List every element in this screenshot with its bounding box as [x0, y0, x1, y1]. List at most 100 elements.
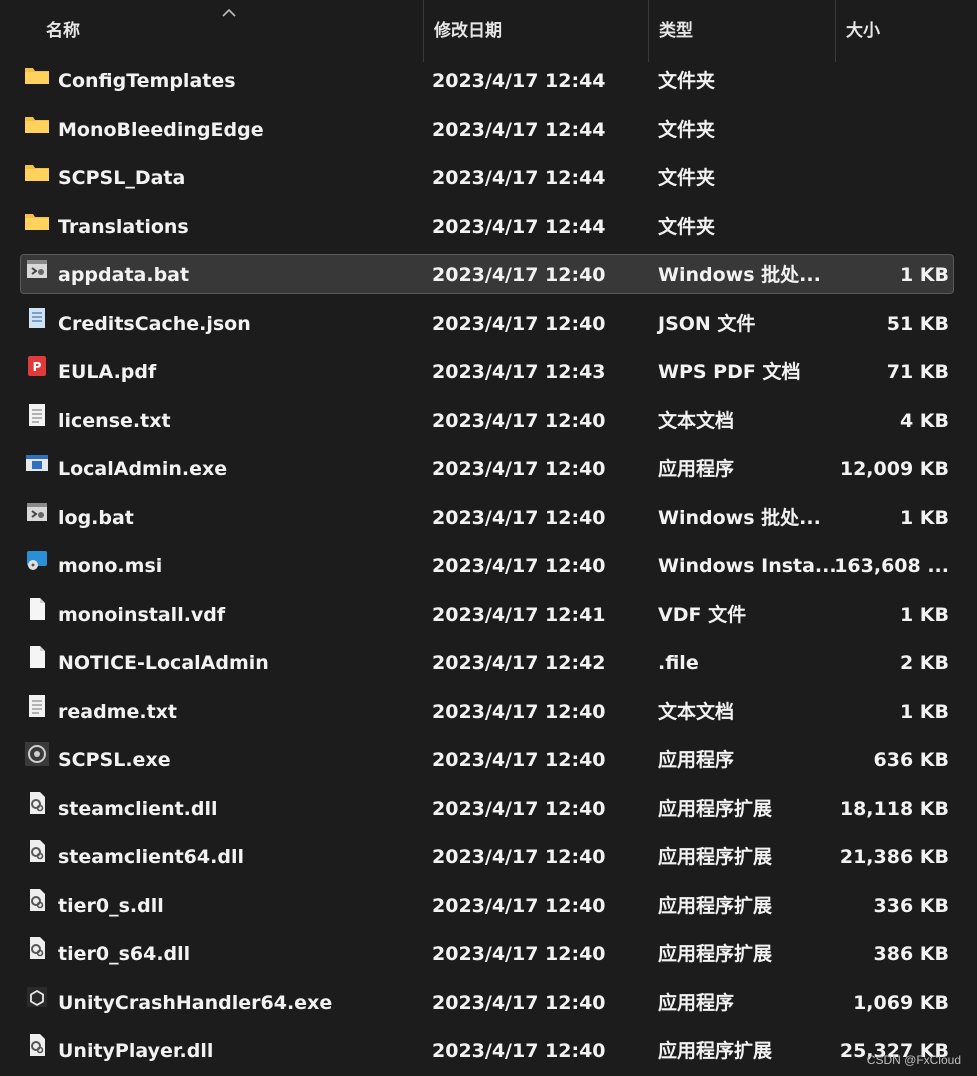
file-name: readme.txt [58, 700, 178, 723]
file-date: 2023/4/17 12:40 [432, 991, 606, 1014]
file-size: 636 KB [873, 749, 949, 771]
column-header-bar: 名称 修改日期 类型 大小 [0, 0, 977, 62]
file-date: 2023/4/17 12:40 [432, 749, 606, 771]
dll-file-icon [24, 930, 50, 979]
text-file-icon [24, 688, 50, 737]
file-row[interactable]: tier0_s.dll 2023/4/17 12:40 应用程序扩展 336 KB [0, 882, 977, 931]
file-size: 2 KB [899, 652, 949, 674]
file-size: 18,118 KB [839, 797, 949, 820]
file-size: 51 KB [886, 312, 949, 335]
file-row[interactable]: Translations 2023/4/17 12:44 文件夹 [0, 203, 977, 252]
file-name: steamclient.dll [58, 797, 218, 820]
file-name: MonoBleedingEdge [58, 118, 264, 141]
file-name: Translations [58, 215, 189, 238]
file-row[interactable]: CreditsCache.json 2023/4/17 12:40 JSON 文件 5… [0, 300, 977, 349]
file-name: log.bat [58, 506, 134, 529]
file-date: 2023/4/17 12:40 [432, 264, 606, 286]
file-type: 应用程序扩展 [658, 797, 773, 820]
column-header-type[interactable]: 类型 [648, 0, 834, 62]
file-size: 21,386 KB [839, 846, 949, 868]
file-date: 2023/4/17 12:40 [432, 506, 606, 529]
file-date: 2023/4/17 12:43 [432, 361, 606, 383]
file-date: 2023/4/17 12:44 [432, 70, 606, 92]
file-date: 2023/4/17 12:40 [432, 555, 606, 577]
file-date: 2023/4/17 12:40 [432, 409, 606, 432]
dll-file-icon [24, 833, 50, 882]
file-name: ConfigTemplates [58, 70, 236, 92]
dll-file-icon [24, 882, 50, 931]
installer-icon [24, 542, 50, 591]
file-size: 386 KB [873, 943, 949, 965]
file-type: 文本文档 [658, 409, 735, 432]
watermark: CSDN @FxCloud [866, 1053, 961, 1067]
file-row[interactable]: UnityCrashHandler64.exe 2023/4/17 12:40 应用… [0, 979, 977, 1028]
file-name: steamclient64.dll [58, 846, 244, 868]
file-row[interactable]: SCPSL_Data 2023/4/17 12:44 文件夹 [0, 154, 977, 203]
file-date: 2023/4/17 12:40 [432, 797, 606, 820]
file-type: 应用程序扩展 [658, 894, 773, 917]
file-type: WPS PDF 文档 [658, 361, 801, 383]
file-type: .file [658, 652, 699, 674]
file-row[interactable]: LocalAdmin.exe 2023/4/17 12:40 应用程序 12,009 … [0, 445, 977, 494]
file-type: 文件夹 [658, 118, 716, 141]
file-name: tier0_s64.dll [58, 943, 191, 965]
file-size: 25,327 KB [839, 1040, 949, 1062]
folder-icon [24, 203, 50, 252]
blank-file-icon [24, 591, 50, 640]
file-row[interactable]: UnityPlayer.dll 2023/4/17 12:40 应用程序扩展 25,3… [0, 1027, 977, 1076]
file-row[interactable]: tier0_s64.dll 2023/4/17 12:40 应用程序扩展 386 KB [0, 930, 977, 979]
folder-icon [24, 57, 50, 106]
file-name: monoinstall.vdf [58, 603, 226, 626]
file-row[interactable]: P EULA.pdf 2023/4/17 12:43 WPS PDF 文档 71 KB [0, 348, 977, 397]
file-date: 2023/4/17 12:40 [432, 700, 606, 723]
file-date: 2023/4/17 12:44 [432, 118, 606, 141]
file-date: 2023/4/17 12:40 [432, 846, 606, 868]
file-row[interactable]: NOTICE-LocalAdmin 2023/4/17 12:42 .file 2 K… [0, 639, 977, 688]
file-row[interactable]: ConfigTemplates 2023/4/17 12:44 文件夹 [0, 57, 977, 106]
file-row[interactable]: MonoBleedingEdge 2023/4/17 12:44 文件夹 [0, 106, 977, 155]
file-type: VDF 文件 [658, 603, 747, 626]
file-row[interactable]: appdata.bat 2023/4/17 12:40 Windows 批处... 1… [0, 251, 977, 300]
file-row[interactable]: mono.msi 2023/4/17 12:40 Windows Insta... 1… [0, 542, 977, 591]
folder-icon [24, 106, 50, 155]
file-name: SCPSL_Data [58, 167, 186, 189]
file-row[interactable]: license.txt 2023/4/17 12:40 文本文档 4 KB [0, 397, 977, 446]
file-type: 应用程序 [658, 749, 735, 771]
text-file-icon [24, 397, 50, 446]
file-name: UnityPlayer.dll [58, 1040, 214, 1062]
file-row[interactable]: steamclient64.dll 2023/4/17 12:40 应用程序扩展 21… [0, 833, 977, 882]
file-row[interactable]: SCPSL.exe 2023/4/17 12:40 应用程序 636 KB [0, 736, 977, 785]
file-name: license.txt [58, 409, 171, 432]
file-name: EULA.pdf [58, 361, 157, 383]
svg-text:P: P [33, 360, 42, 374]
column-header-size[interactable]: 大小 [835, 0, 965, 62]
file-type: 文件夹 [658, 215, 716, 238]
file-type: 应用程序扩展 [658, 846, 773, 868]
file-row[interactable]: steamclient.dll 2023/4/17 12:40 应用程序扩展 18,1… [0, 785, 977, 834]
file-name: NOTICE-LocalAdmin [58, 652, 269, 674]
file-name: tier0_s.dll [58, 894, 164, 917]
file-list: ConfigTemplates 2023/4/17 12:44 文件夹 MonoBle… [0, 57, 977, 1076]
json-file-icon [24, 300, 50, 349]
unity-icon [24, 979, 50, 1028]
file-row[interactable]: log.bat 2023/4/17 12:40 Windows 批处... 1 KB [0, 494, 977, 543]
file-row[interactable]: monoinstall.vdf 2023/4/17 12:41 VDF 文件 1 KB [0, 591, 977, 640]
file-size: 71 KB [886, 361, 949, 383]
blank-file-icon [24, 639, 50, 688]
file-date: 2023/4/17 12:41 [432, 603, 606, 626]
file-size: 1 KB [899, 700, 949, 723]
file-row[interactable]: readme.txt 2023/4/17 12:40 文本文档 1 KB [0, 688, 977, 737]
file-name: LocalAdmin.exe [58, 458, 228, 480]
file-date: 2023/4/17 12:44 [432, 167, 606, 189]
file-size: 12,009 KB [839, 458, 949, 480]
column-header-name[interactable]: 名称 [36, 0, 422, 62]
file-size: 1 KB [899, 603, 949, 626]
file-name: appdata.bat [58, 264, 190, 286]
file-type: Windows 批处... [658, 264, 821, 286]
pdf-file-icon: P [24, 348, 50, 397]
file-date: 2023/4/17 12:40 [432, 458, 606, 480]
file-type: 文件夹 [658, 167, 716, 189]
column-header-date[interactable]: 修改日期 [423, 0, 647, 62]
file-type: 文本文档 [658, 700, 735, 723]
file-type: 文件夹 [658, 70, 716, 92]
